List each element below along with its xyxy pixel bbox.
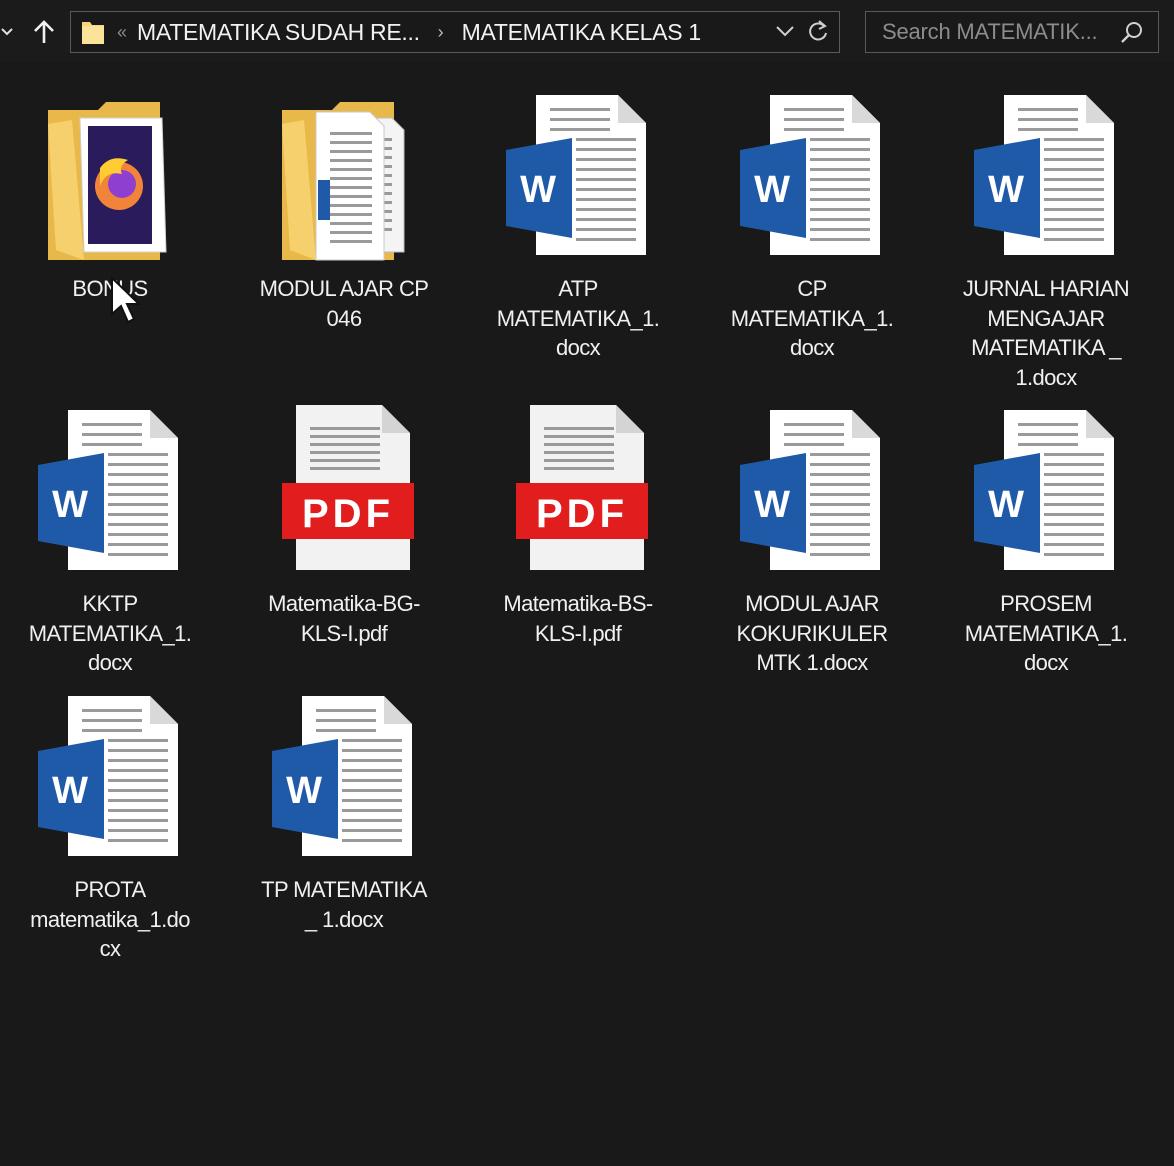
file-name-line: KLS-I.pdf	[300, 620, 388, 646]
address-dropdown-chevron-icon[interactable]	[775, 24, 795, 38]
file-item[interactable]: PDF Matematika-BG- KLS-I.pdf	[244, 405, 444, 648]
file-name-label: MODUL AJAR CP 046	[249, 274, 439, 333]
file-name-label: CP MATEMATIKA_1.docx	[717, 274, 907, 363]
file-item[interactable]: W PROTA matematika_1.docx	[10, 691, 210, 964]
file-name-line: MATEMATIKA_1.	[28, 620, 192, 646]
file-name-line: MATEMATIKA_1.	[964, 620, 1128, 646]
file-name-line: _ 1.docx	[304, 906, 384, 932]
svg-text:W: W	[520, 169, 556, 211]
file-name-line: Matematika-BG-	[268, 591, 420, 616]
file-name-line: matematika_1.do	[30, 906, 190, 932]
file-item[interactable]: W JURNAL HARIAN MENGAJAR MATEMATIKA _ 1.doc…	[946, 90, 1146, 392]
file-name-line: PROSEM	[1000, 591, 1092, 616]
up-arrow-icon[interactable]	[28, 14, 60, 50]
file-name-label: KKTP MATEMATIKA_1.docx	[15, 589, 205, 678]
file-name-line: JURNAL HARIAN	[962, 276, 1130, 301]
file-name-line: 046	[326, 305, 363, 331]
file-name-line: cx	[99, 936, 121, 961]
search-icon[interactable]	[1120, 20, 1144, 44]
file-name-line: KKTP	[82, 591, 138, 616]
recent-locations-chevron-icon[interactable]	[0, 14, 14, 50]
file-name-line: MATEMATIKA_1.	[496, 305, 660, 331]
svg-text:W: W	[988, 169, 1024, 211]
file-name-line: docx	[87, 650, 133, 675]
breadcrumb-parent[interactable]: MATEMATIKA SUDAH RE...	[137, 19, 420, 46]
file-name-label: TP MATEMATIKA _ 1.docx	[249, 875, 439, 934]
word-document-icon: W	[712, 90, 912, 270]
svg-text:W: W	[988, 484, 1024, 526]
file-item[interactable]: W KKTP MATEMATIKA_1.docx	[10, 405, 210, 678]
file-name-line: MATEMATIKA_1.	[730, 305, 894, 331]
file-name-label: MODUL AJAR KOKURIKULER MTK 1.docx	[717, 589, 907, 678]
folder-item[interactable]: MODUL AJAR CP 046	[244, 90, 444, 333]
word-document-icon: W	[946, 90, 1146, 270]
word-document-icon: W	[712, 405, 912, 585]
file-name-line: KOKURIKULER	[736, 620, 888, 646]
breadcrumb-current[interactable]: MATEMATIKA KELAS 1	[462, 19, 701, 46]
file-item[interactable]: W PROSEM MATEMATIKA_1.docx	[946, 405, 1146, 678]
file-name-line: docx	[789, 335, 835, 360]
folder-icon	[244, 90, 444, 270]
search-input[interactable]: Search MATEMATIK...	[865, 11, 1159, 53]
svg-text:PDF: PDF	[302, 492, 394, 536]
file-name-line: CP	[797, 276, 827, 301]
file-name-line: MODUL AJAR CP	[259, 276, 429, 301]
file-name-line: MODUL AJAR	[745, 591, 879, 616]
pdf-document-icon: PDF	[244, 405, 444, 585]
file-name-line: MTK 1.docx	[756, 650, 868, 675]
word-document-icon: W	[478, 90, 678, 270]
word-document-icon: W	[10, 405, 210, 585]
pdf-document-icon: PDF	[478, 405, 678, 585]
file-name-label: PROSEM MATEMATIKA_1.docx	[951, 589, 1141, 678]
file-item[interactable]: W ATP MATEMATIKA_1.docx	[478, 90, 678, 363]
folder-icon	[10, 90, 210, 270]
file-item[interactable]: W CP MATEMATIKA_1.docx	[712, 90, 912, 363]
word-document-icon: W	[10, 691, 210, 871]
svg-text:W: W	[286, 770, 322, 812]
svg-text:W: W	[754, 484, 790, 526]
file-name-line: MENGAJAR	[987, 305, 1105, 331]
file-item[interactable]: W TP MATEMATIKA _ 1.docx	[244, 691, 444, 934]
file-item[interactable]: PDF Matematika-BS- KLS-I.pdf	[478, 405, 678, 648]
word-document-icon: W	[946, 405, 1146, 585]
folder-item[interactable]: BONUS	[10, 90, 210, 304]
mouse-cursor-icon	[111, 276, 142, 324]
file-item[interactable]: W MODUL AJAR KOKURIKULER MTK 1.docx	[712, 405, 912, 678]
file-name-line: docx	[1023, 650, 1069, 675]
file-name-line: TP MATEMATIKA	[261, 877, 427, 902]
file-name-line: docx	[555, 335, 601, 360]
file-name-line: PROTA	[74, 877, 146, 902]
file-name-label: Matematika-BG- KLS-I.pdf	[249, 589, 439, 648]
file-name-line: ATP	[558, 276, 598, 301]
file-name-label: PROTA matematika_1.docx	[15, 875, 205, 964]
toolbar: « MATEMATIKA SUDAH RE... › MATEMATIKA KE…	[0, 0, 1174, 62]
address-bar[interactable]: « MATEMATIKA SUDAH RE... › MATEMATIKA KE…	[70, 11, 840, 53]
file-name-label: JURNAL HARIAN MENGAJAR MATEMATIKA _ 1.docx	[951, 274, 1141, 392]
file-name-line: 1.docx	[1015, 364, 1077, 390]
breadcrumb-separator-icon[interactable]: ›	[438, 22, 444, 43]
folder-icon	[82, 22, 104, 44]
svg-text:W: W	[52, 484, 88, 526]
file-name-line: KLS-I.pdf	[534, 620, 622, 646]
file-name-label: ATP MATEMATIKA_1.docx	[483, 274, 673, 363]
search-placeholder: Search MATEMATIK...	[882, 19, 1098, 44]
svg-text:PDF: PDF	[536, 492, 628, 536]
file-name-label: Matematika-BS- KLS-I.pdf	[483, 589, 673, 648]
svg-text:W: W	[52, 770, 88, 812]
word-document-icon: W	[244, 691, 444, 871]
breadcrumb-overflow-icon[interactable]: «	[117, 22, 127, 43]
svg-text:W: W	[754, 169, 790, 211]
file-name-line: MATEMATIKA _	[971, 335, 1121, 360]
refresh-icon[interactable]	[807, 19, 829, 43]
file-name-line: Matematika-BS-	[503, 591, 653, 616]
